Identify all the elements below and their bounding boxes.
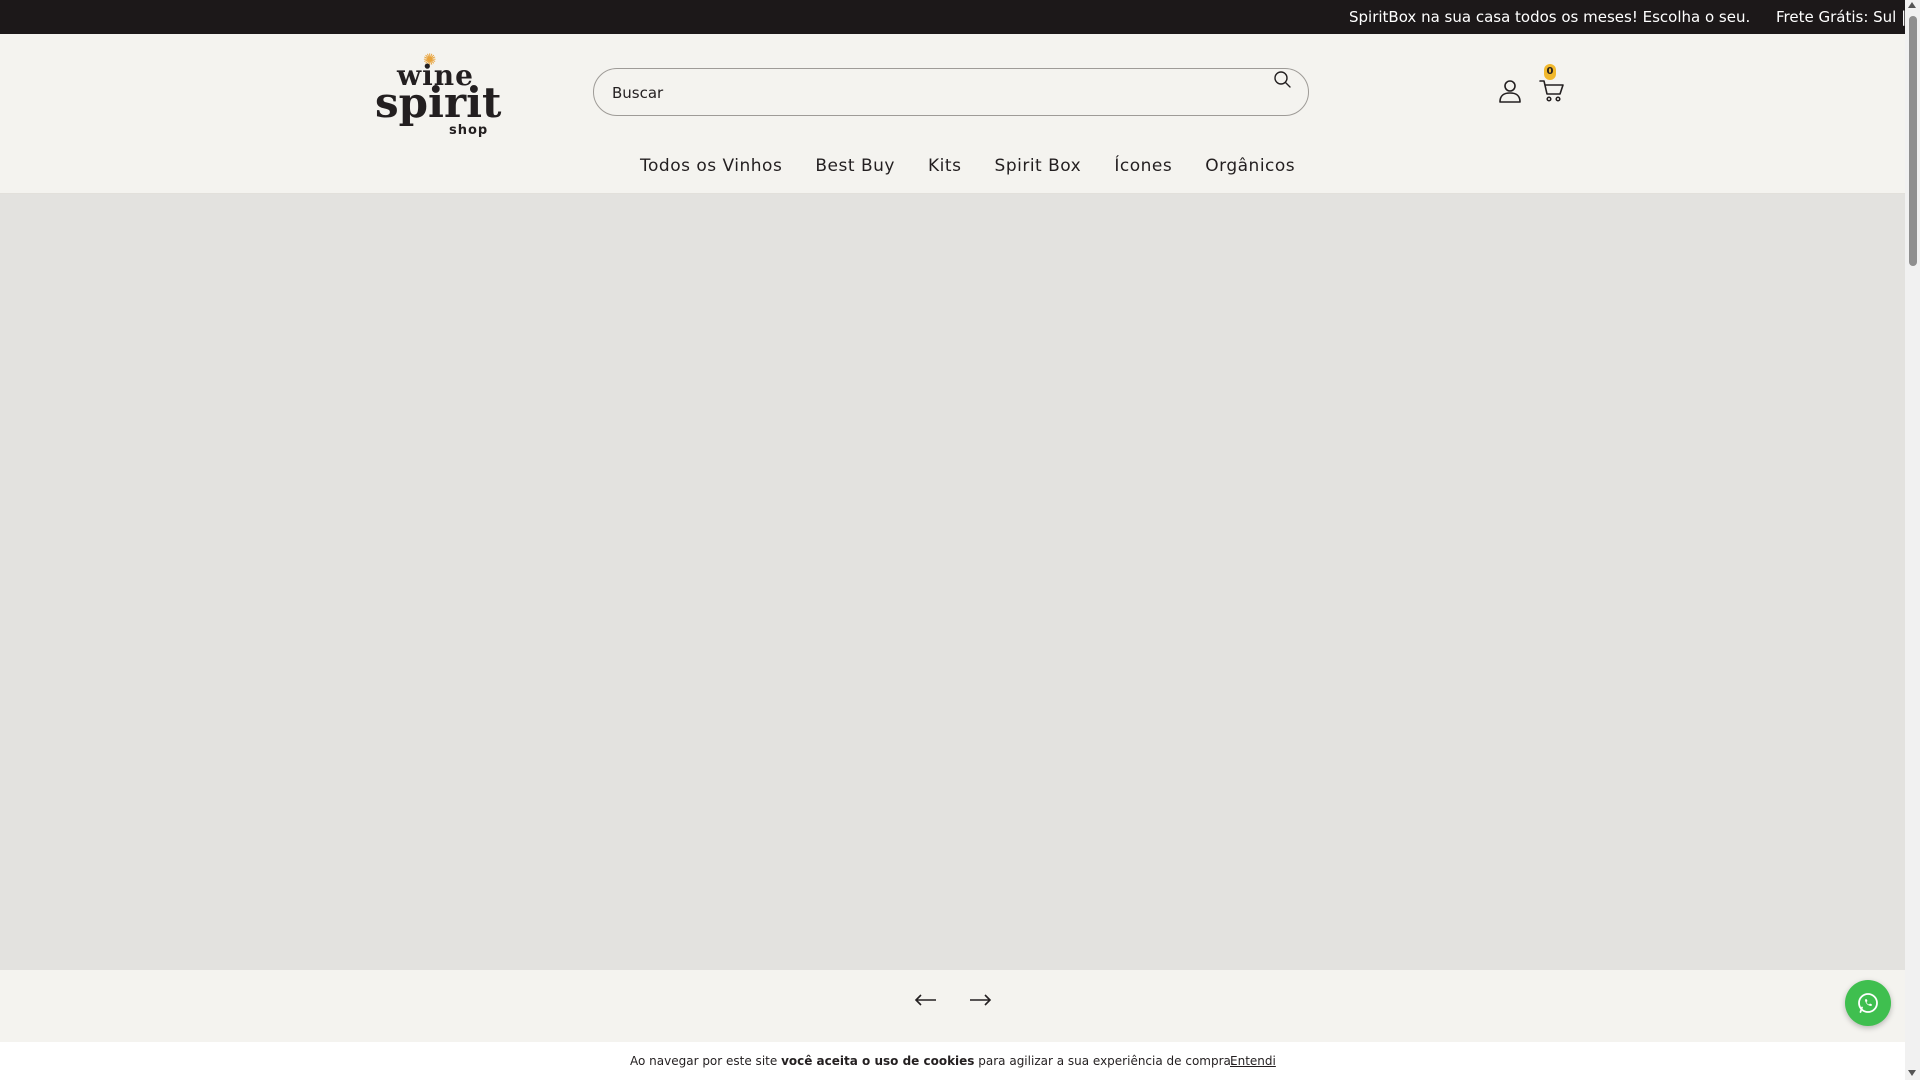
user-account-icon[interactable] bbox=[1498, 78, 1522, 104]
hero-banner[interactable] bbox=[0, 194, 1905, 970]
logo[interactable]: ✺ wine spirit shop bbox=[373, 52, 505, 138]
logo-text-shop: shop bbox=[449, 123, 489, 138]
main-nav: Todos os Vinhos Best Buy Kits Spirit Box… bbox=[0, 156, 1905, 182]
arrow-right-icon[interactable] bbox=[966, 990, 994, 1010]
cookie-banner: Ao navegar por este site você aceita o u… bbox=[0, 1042, 1905, 1080]
whatsapp-button[interactable] bbox=[1845, 980, 1891, 1026]
nav-item-organicos[interactable]: Orgânicos bbox=[1205, 156, 1295, 176]
nav-item-spirit-box[interactable]: Spirit Box bbox=[995, 156, 1082, 176]
announcement-message[interactable]: Frete Grátis: Sul | bbox=[1776, 8, 1905, 26]
search-box bbox=[593, 68, 1309, 116]
nav-item-icones[interactable]: Ícones bbox=[1114, 156, 1172, 176]
cookie-accept-link[interactable]: Entendi bbox=[1230, 1054, 1276, 1068]
scroll-thumb[interactable] bbox=[1909, 16, 1917, 266]
logo-text-spirit: spirit bbox=[375, 78, 502, 127]
cookie-text: Ao navegar por este site você aceita o u… bbox=[630, 1054, 1235, 1068]
announcement-bar: SpiritBox na sua casa todos os meses! Es… bbox=[0, 0, 1905, 34]
whatsapp-icon bbox=[1858, 993, 1878, 1013]
nav-item-kits[interactable]: Kits bbox=[928, 156, 961, 176]
cart-icon[interactable] bbox=[1539, 79, 1565, 103]
search-icon[interactable] bbox=[1272, 69, 1294, 91]
arrow-left-icon[interactable] bbox=[912, 990, 940, 1010]
scroll-down-icon[interactable] bbox=[1908, 1070, 1916, 1076]
cart-count-badge: 0 bbox=[1544, 64, 1556, 80]
slider-controls bbox=[0, 970, 1905, 1042]
nav-item-todos-os-vinhos[interactable]: Todos os Vinhos bbox=[640, 156, 782, 176]
announcement-message[interactable]: SpiritBox na sua casa todos os meses! Es… bbox=[1349, 8, 1750, 26]
scroll-up-icon[interactable] bbox=[1908, 2, 1916, 8]
site-header: ✺ wine spirit shop 0 Todos os Vinhos Be bbox=[0, 34, 1905, 194]
search-input[interactable] bbox=[612, 81, 1212, 105]
nav-item-best-buy[interactable]: Best Buy bbox=[815, 156, 895, 176]
page-scrollbar[interactable] bbox=[1905, 0, 1920, 1080]
